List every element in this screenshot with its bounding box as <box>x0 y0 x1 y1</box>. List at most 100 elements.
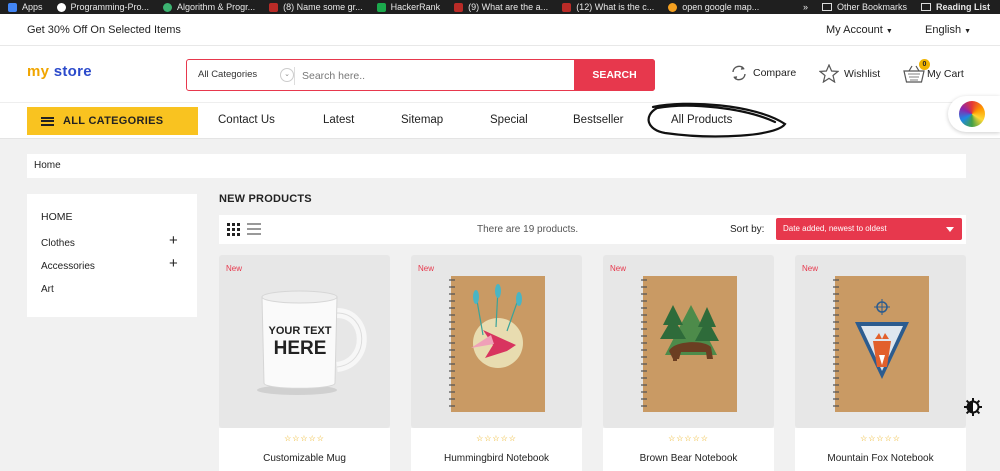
breadcrumb-home[interactable]: Home <box>34 160 61 171</box>
product-info: ☆☆☆☆☆ Customizable Mug <box>219 428 390 471</box>
product-image[interactable]: New <box>603 255 774 428</box>
sidebar-item-home[interactable]: HOME <box>41 211 73 223</box>
rating-stars-icon: ☆☆☆☆☆ <box>284 434 325 443</box>
grid-view-icon[interactable] <box>227 223 240 236</box>
brown-bear-notebook-image <box>641 276 737 412</box>
mug-text-line-2: HERE <box>274 338 327 359</box>
hummingbird-notebook-image <box>449 276 545 412</box>
bookmarks-bar: Apps Programming-Pro... Algorithm & Prog… <box>0 0 1000 14</box>
compare-label: Compare <box>753 67 797 79</box>
chevron-down-icon <box>946 227 954 232</box>
reading-list-icon <box>920 3 931 11</box>
bookmark-item[interactable]: Algorithm & Progr... <box>163 2 255 12</box>
section-title: NEW PRODUCTS <box>219 193 312 205</box>
top-bar: Get 30% Off On Selected Items My Account… <box>0 14 1000 46</box>
site-icon <box>163 2 173 12</box>
sidebar-item-clothes[interactable]: Clothes <box>41 238 75 249</box>
rating-stars-icon: ☆☆☆☆☆ <box>476 434 517 443</box>
bookmarks-right: » Other Bookmarks Reading List <box>796 0 1000 14</box>
language-label: English <box>925 24 962 36</box>
compare-icon <box>732 65 746 81</box>
nav-special[interactable]: Special <box>490 114 528 126</box>
product-name[interactable]: Brown Bear Notebook <box>603 453 774 464</box>
star-icon <box>819 64 839 83</box>
product-toolbar: There are 19 products. Sort by: Date add… <box>219 215 966 244</box>
product-info: ☆☆☆☆☆ Brown Bear Notebook <box>603 428 774 471</box>
reading-list[interactable]: Reading List <box>936 2 990 12</box>
menu-icon <box>41 116 54 126</box>
more-bookmarks-button[interactable]: » <box>803 2 808 12</box>
sidebar-item-art[interactable]: Art <box>41 284 54 295</box>
rating-stars-icon: ☆☆☆☆☆ <box>668 434 709 443</box>
plus-icon[interactable]: + <box>169 256 178 271</box>
compare-link[interactable]: Compare <box>730 64 796 82</box>
search-input[interactable] <box>302 66 562 86</box>
product-card[interactable]: New ☆☆☆☆☆ Mountain Fox Notebook <box>795 255 966 471</box>
list-view-icon[interactable] <box>247 223 261 236</box>
cart-label: My Cart <box>927 68 964 80</box>
sidebar-item-accessories[interactable]: Accessories <box>41 261 95 272</box>
sort-select[interactable]: Date added, newest to oldest <box>776 218 962 240</box>
mug-image: YOUR TEXT HERE <box>257 290 367 395</box>
dark-mode-toggle-icon[interactable] <box>964 398 982 416</box>
product-card[interactable]: New ☆☆☆☆☆ Hummingbird Notebook <box>411 255 582 471</box>
product-info: ☆☆☆☆☆ Mountain Fox Notebook <box>795 428 966 471</box>
site-header: my store All Categories ⌄ SEARCH Compare… <box>0 46 1000 102</box>
bookmark-item[interactable]: Programming-Pro... <box>56 2 149 12</box>
apps-icon <box>8 2 17 12</box>
all-categories-button[interactable]: ALL CATEGORIES <box>27 107 198 135</box>
product-name[interactable]: Mountain Fox Notebook <box>795 453 966 464</box>
product-image[interactable]: New YOUR TEXT HERE <box>219 255 390 428</box>
other-bookmarks[interactable]: Other Bookmarks <box>837 2 907 12</box>
bookmark-item[interactable]: (12) What is the c... <box>562 2 654 12</box>
nav-bestseller[interactable]: Bestseller <box>573 114 624 126</box>
category-select[interactable]: All Categories <box>198 69 257 80</box>
bookmark-item[interactable]: open google map... <box>668 2 759 12</box>
breadcrumb: Home <box>27 154 966 178</box>
mountain-fox-notebook-image <box>833 276 929 412</box>
product-card[interactable]: New ☆☆☆☆☆ Brown Bear Notebook <box>603 255 774 471</box>
site-logo[interactable]: my store <box>27 63 92 80</box>
bookmark-item[interactable]: (9) What are the a... <box>454 2 548 12</box>
my-account-label: My Account <box>826 24 883 36</box>
folder-icon <box>821 3 832 11</box>
bookmark-item[interactable]: (8) Name some gr... <box>269 2 363 12</box>
bookmark-item[interactable]: HackerRank <box>376 2 440 12</box>
divider <box>294 67 295 85</box>
cart-link[interactable]: 0 My Cart <box>903 59 964 84</box>
hackerrank-icon <box>376 2 386 12</box>
promo-text: Get 30% Off On Selected Items <box>27 24 181 36</box>
all-categories-label: ALL CATEGORIES <box>63 115 164 127</box>
product-name[interactable]: Customizable Mug <box>219 453 390 464</box>
quora-icon <box>269 2 279 12</box>
theme-color-switcher[interactable] <box>948 96 1000 132</box>
nav-sitemap[interactable]: Sitemap <box>401 114 443 126</box>
language-dropdown[interactable]: English ▼ <box>925 24 971 36</box>
chevron-down-icon: ▼ <box>964 28 972 35</box>
nav-latest[interactable]: Latest <box>323 114 354 126</box>
logo-store: store <box>53 63 92 80</box>
nav-contact-us[interactable]: Contact Us <box>218 114 275 126</box>
wishlist-link[interactable]: Wishlist <box>819 64 880 83</box>
search-bar: All Categories ⌄ SEARCH <box>186 59 655 91</box>
quora-icon <box>454 2 464 12</box>
product-name[interactable]: Hummingbird Notebook <box>411 453 582 464</box>
chevron-down-icon[interactable]: ⌄ <box>280 68 294 82</box>
my-account-dropdown[interactable]: My Account ▼ <box>826 24 893 36</box>
product-image[interactable]: New <box>411 255 582 428</box>
product-card[interactable]: New YOUR TEXT HERE ☆☆☆☆☆ Customizable Mu… <box>219 255 390 471</box>
bookmark-apps[interactable]: Apps <box>8 2 43 12</box>
quora-icon <box>562 2 572 12</box>
sort-label: Sort by: <box>730 224 765 235</box>
cart-count-badge: 0 <box>919 59 930 70</box>
plus-icon[interactable]: + <box>169 233 178 248</box>
wishlist-label: Wishlist <box>844 67 881 80</box>
product-info: ☆☆☆☆☆ Hummingbird Notebook <box>411 428 582 471</box>
main-nav: ALL CATEGORIES Contact Us Latest Sitemap… <box>0 102 1000 139</box>
chevron-down-icon: ▼ <box>885 28 893 35</box>
scribble-annotation <box>647 102 787 138</box>
sort-value: Date added, newest to oldest <box>783 224 887 233</box>
cart-icon-wrap: 0 <box>903 59 930 84</box>
search-button[interactable]: SEARCH <box>574 59 655 91</box>
product-image[interactable]: New <box>795 255 966 428</box>
